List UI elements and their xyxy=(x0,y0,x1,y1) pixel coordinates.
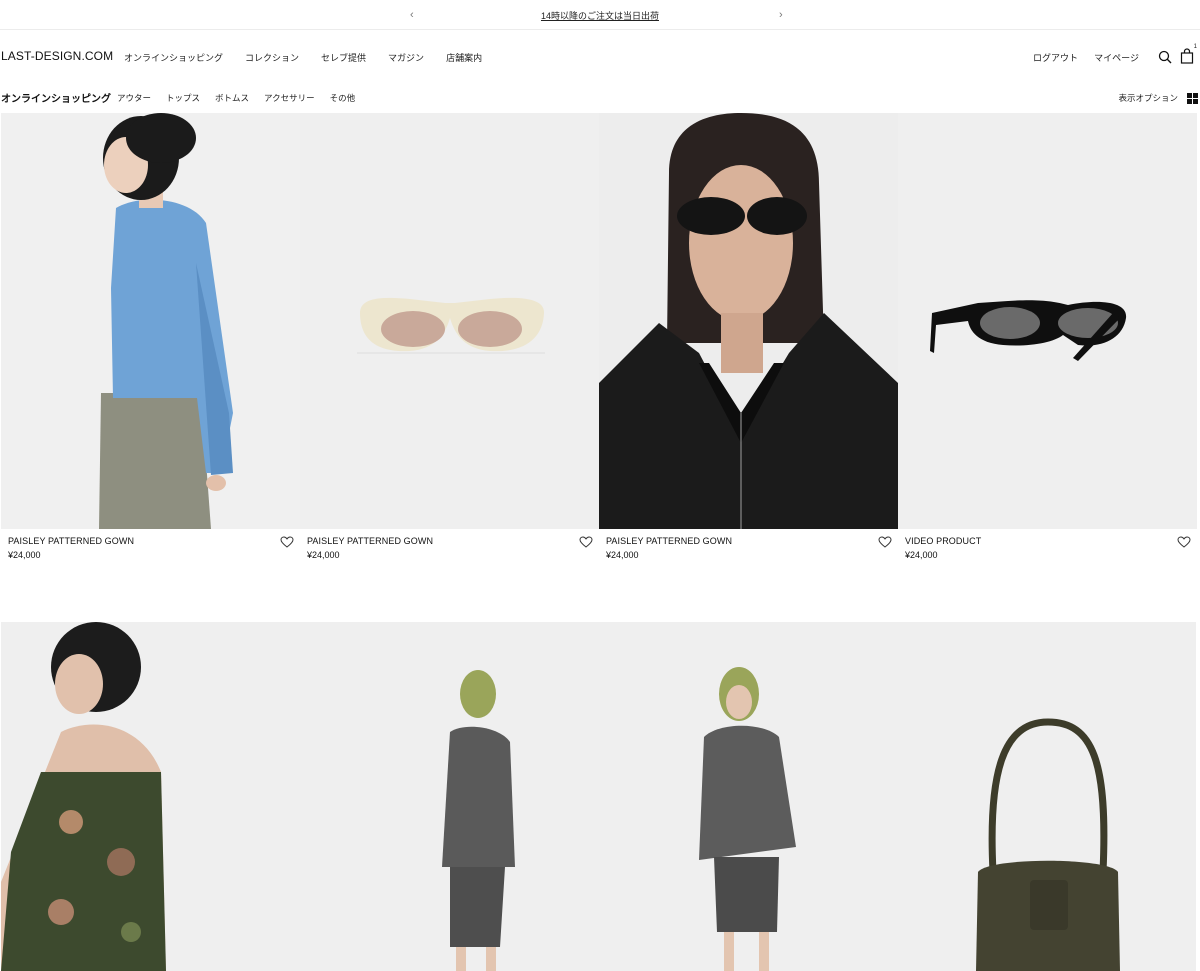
product-image-model-black-jacket-sunglasses[interactable] xyxy=(599,113,898,529)
category-outer[interactable]: アウター xyxy=(117,92,151,104)
announcement-bar: ‹ 14時以降のご注文は当日出荷 › xyxy=(0,0,1200,30)
product-image-cream-sunglasses[interactable] xyxy=(300,113,599,529)
announcement-next-arrow[interactable]: › xyxy=(779,8,783,22)
product-price: ¥24,000 xyxy=(8,550,41,560)
cart-count-badge: 1 xyxy=(1193,44,1197,50)
announcement-message[interactable]: 14時以降のご注文は当日出荷 xyxy=(0,9,1200,22)
product-row-2 xyxy=(0,622,1200,971)
category-tops[interactable]: トップス xyxy=(166,92,200,104)
product-image-model-grey-suit-side[interactable] xyxy=(300,622,599,971)
heart-icon[interactable] xyxy=(280,535,294,548)
product-image-black-sunglasses[interactable] xyxy=(898,113,1197,529)
product-image-model-floral-dress[interactable] xyxy=(1,622,300,971)
category-other[interactable]: その他 xyxy=(330,92,356,104)
product-image-model-grey-suit-front[interactable] xyxy=(599,622,898,971)
cart-icon[interactable] xyxy=(1180,48,1194,64)
product-image-model-blue-shirt[interactable] xyxy=(1,113,300,529)
product-name[interactable]: VIDEO PRODUCT xyxy=(905,536,981,546)
heart-icon[interactable] xyxy=(579,535,593,548)
logout-link[interactable]: ログアウト xyxy=(1033,51,1078,64)
display-options-button[interactable]: 表示オプション xyxy=(1118,92,1178,104)
search-icon[interactable] xyxy=(1158,50,1172,64)
heart-icon[interactable] xyxy=(878,535,892,548)
nav-collection[interactable]: コレクション xyxy=(245,51,299,64)
site-logo[interactable]: LAST-DESIGN.COM xyxy=(1,49,113,63)
nav-magazine[interactable]: マガジン xyxy=(388,51,424,64)
category-accessories[interactable]: アクセサリー xyxy=(264,92,315,104)
product-image-olive-shoulder-bag[interactable] xyxy=(898,622,1196,971)
product-name[interactable]: PAISLEY PATTERNED GOWN xyxy=(606,536,732,546)
site-header: LAST-DESIGN.COM オンラインショッピング コレクション セレブ提供… xyxy=(0,31,1200,81)
product-name[interactable]: PAISLEY PATTERNED GOWN xyxy=(8,536,134,546)
product-price: ¥24,000 xyxy=(307,550,340,560)
mypage-link[interactable]: マイページ xyxy=(1094,51,1139,64)
nav-online-shopping[interactable]: オンラインショッピング xyxy=(124,51,223,64)
category-bar: オンラインショッピング アウター トップス ボトムス アクセサリー その他 表示… xyxy=(0,88,1200,108)
heart-icon[interactable] xyxy=(1177,535,1191,548)
nav-store-info[interactable]: 店舗案内 xyxy=(446,51,482,64)
category-tabs: アウター トップス ボトムス アクセサリー その他 xyxy=(117,92,370,104)
category-bottoms[interactable]: ボトムス xyxy=(215,92,249,104)
product-price: ¥24,000 xyxy=(606,550,639,560)
grid-view-icon[interactable] xyxy=(1187,91,1198,104)
header-utilities: ログアウト マイページ 1 xyxy=(1000,44,1200,69)
main-nav: オンラインショッピング コレクション セレブ提供 マガジン 店舗案内 xyxy=(124,51,504,64)
product-name[interactable]: PAISLEY PATTERNED GOWN xyxy=(307,536,433,546)
category-title: オンラインショッピング xyxy=(1,94,111,105)
nav-celebrity[interactable]: セレブ提供 xyxy=(321,51,366,64)
product-price: ¥24,000 xyxy=(905,550,938,560)
